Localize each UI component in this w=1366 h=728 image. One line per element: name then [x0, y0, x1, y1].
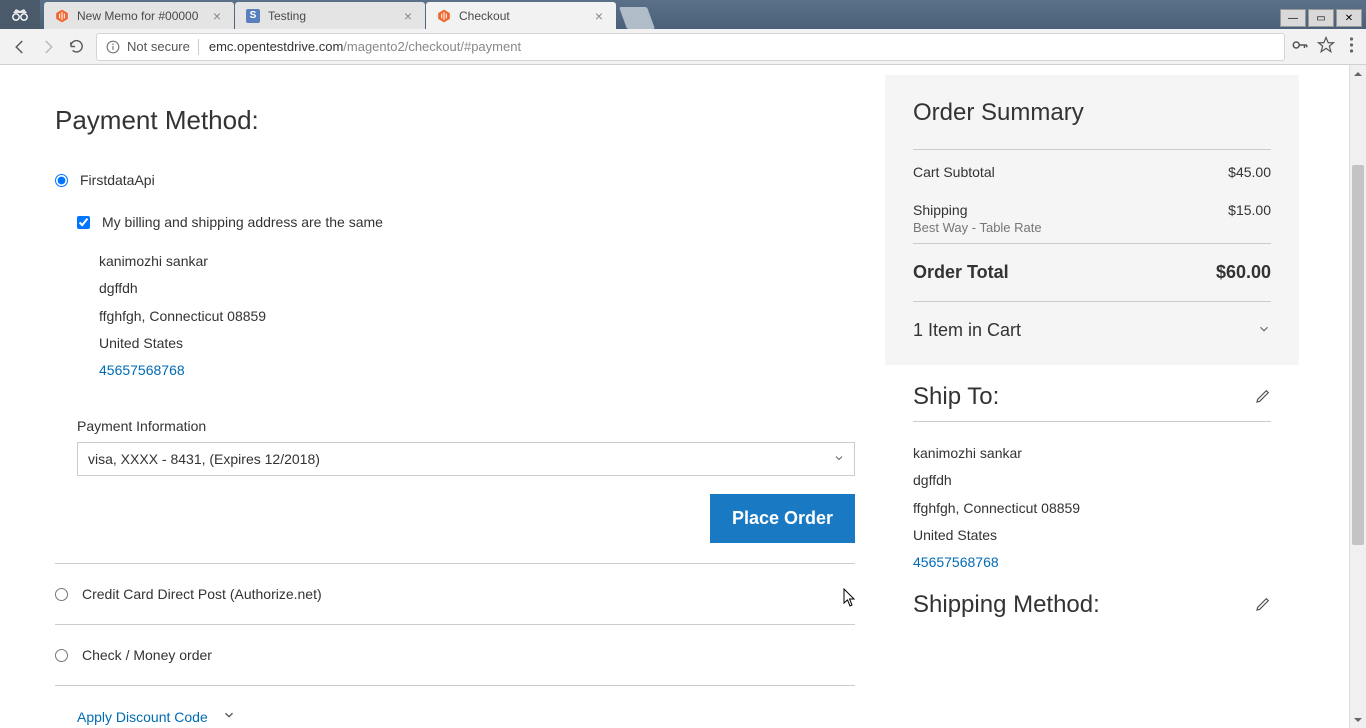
same-address-checkbox[interactable] [77, 216, 90, 229]
magento-icon [436, 8, 452, 24]
chevron-down-icon [222, 708, 236, 725]
shipping-value: $15.00 [1228, 202, 1271, 218]
total-label: Order Total [913, 262, 1009, 283]
tab-strip: New Memo for #00000 × S Testing × Checko… [44, 0, 651, 29]
tab-checkout[interactable]: Checkout × [426, 2, 616, 29]
scrollbar-thumb[interactable] [1352, 165, 1364, 545]
security-label: Not secure [127, 39, 190, 54]
address-phone-link[interactable]: 45657568768 [99, 357, 855, 384]
tab-label: Testing [268, 9, 395, 23]
ship-to-address: kanimozhi sankar dgffdh ffghfgh, Connect… [913, 440, 1271, 576]
radio-ccdirect-label[interactable]: Credit Card Direct Post (Authorize.net) [82, 586, 322, 602]
radio-ccdirect[interactable] [55, 588, 68, 601]
tab-testing[interactable]: S Testing × [235, 2, 425, 29]
sidebar: Order Summary Cart Subtotal $45.00 Shipp… [885, 75, 1299, 728]
radio-check-label[interactable]: Check / Money order [82, 647, 212, 663]
shipping-label: Shipping [913, 202, 968, 218]
separator [198, 39, 199, 55]
address-name: kanimozhi sankar [99, 248, 855, 275]
scroll-down-button[interactable] [1350, 711, 1366, 728]
s-icon: S [245, 8, 261, 24]
payment-info-label: Payment Information [77, 418, 855, 434]
address-line1: dgffdh [99, 275, 855, 302]
apply-discount-toggle[interactable]: Apply Discount Code [55, 686, 855, 728]
close-icon[interactable]: × [210, 9, 224, 23]
card-select-wrap: visa, XXXX - 8431, (Expires 12/2018) [77, 442, 855, 476]
payment-option-firstdata: FirstdataApi My billing and shipping add… [55, 164, 855, 543]
items-label: 1 Item in Cart [913, 320, 1021, 341]
star-icon[interactable] [1317, 36, 1335, 57]
ship-to-title: Ship To: [913, 383, 999, 411]
menu-icon[interactable] [1349, 36, 1354, 57]
close-icon[interactable]: × [592, 9, 606, 23]
address-bar[interactable]: Not secure emc.opentestdrive.com/magento… [96, 33, 1285, 61]
new-tab-button[interactable] [619, 7, 655, 29]
browser-titlebar: New Memo for #00000 × S Testing × Checko… [0, 0, 1366, 29]
window-controls: — ▭ ✕ [1278, 9, 1362, 29]
same-address-label[interactable]: My billing and shipping address are the … [102, 214, 383, 230]
info-icon [105, 40, 121, 54]
order-summary: Order Summary Cart Subtotal $45.00 Shipp… [885, 75, 1299, 365]
radio-firstdata-label[interactable]: FirstdataApi [80, 172, 155, 188]
radio-check[interactable] [55, 649, 68, 662]
magento-icon [54, 8, 70, 24]
ship-line2: ffghfgh, Connecticut 08859 [913, 495, 1271, 522]
minimize-button[interactable]: — [1280, 9, 1306, 27]
incognito-icon [0, 0, 40, 29]
tab-label: Checkout [459, 9, 586, 23]
back-button[interactable] [6, 33, 34, 61]
maximize-button[interactable]: ▭ [1308, 9, 1334, 27]
summary-title: Order Summary [913, 99, 1271, 127]
tab-memo[interactable]: New Memo for #00000 × [44, 2, 234, 29]
subtotal-label: Cart Subtotal [913, 164, 995, 180]
key-icon[interactable] [1291, 36, 1309, 57]
edit-ship-to-button[interactable] [1255, 388, 1271, 407]
card-select[interactable]: visa, XXXX - 8431, (Expires 12/2018) [77, 442, 855, 476]
billing-address: kanimozhi sankar dgffdh ffghfgh, Connect… [77, 248, 855, 384]
reload-button[interactable] [62, 33, 90, 61]
payment-method-heading: Payment Method: [55, 105, 855, 136]
ship-name: kanimozhi sankar [913, 440, 1271, 467]
forward-button[interactable] [34, 33, 62, 61]
address-country: United States [99, 330, 855, 357]
place-order-button[interactable]: Place Order [710, 494, 855, 543]
subtotal-value: $45.00 [1228, 164, 1271, 180]
shipping-method-sub: Best Way - Table Rate [913, 220, 1271, 235]
shipping-method-title: Shipping Method: [913, 591, 1100, 619]
tab-label: New Memo for #00000 [77, 9, 204, 23]
main-column: Payment Method: FirstdataApi My billing … [55, 75, 855, 728]
address-line2: ffghfgh, Connecticut 08859 [99, 303, 855, 330]
payment-option-check: Check / Money order [55, 625, 855, 686]
total-value: $60.00 [1216, 262, 1271, 283]
chevron-down-icon [1257, 320, 1271, 341]
ship-line1: dgffdh [913, 467, 1271, 494]
ship-phone-link[interactable]: 45657568768 [913, 549, 1271, 576]
payment-option-ccdirect: Credit Card Direct Post (Authorize.net) [55, 564, 855, 625]
scroll-up-button[interactable] [1350, 65, 1366, 82]
close-icon[interactable]: × [401, 9, 415, 23]
address-toolbar: Not secure emc.opentestdrive.com/magento… [0, 29, 1366, 65]
ship-to-section: Ship To: kanimozhi sankar dgffdh ffghfgh… [885, 365, 1299, 581]
close-window-button[interactable]: ✕ [1336, 9, 1362, 27]
edit-shipping-method-button[interactable] [1255, 596, 1271, 615]
url-host: emc.opentestdrive.com [209, 39, 343, 54]
url-path: /magento2/checkout/#payment [343, 39, 521, 54]
ship-country: United States [913, 522, 1271, 549]
shipping-method-section: Shipping Method: [885, 581, 1299, 634]
vertical-scrollbar[interactable] [1349, 65, 1366, 728]
discount-label: Apply Discount Code [77, 709, 208, 725]
radio-firstdata[interactable] [55, 174, 68, 187]
items-in-cart-toggle[interactable]: 1 Item in Cart [913, 301, 1271, 351]
